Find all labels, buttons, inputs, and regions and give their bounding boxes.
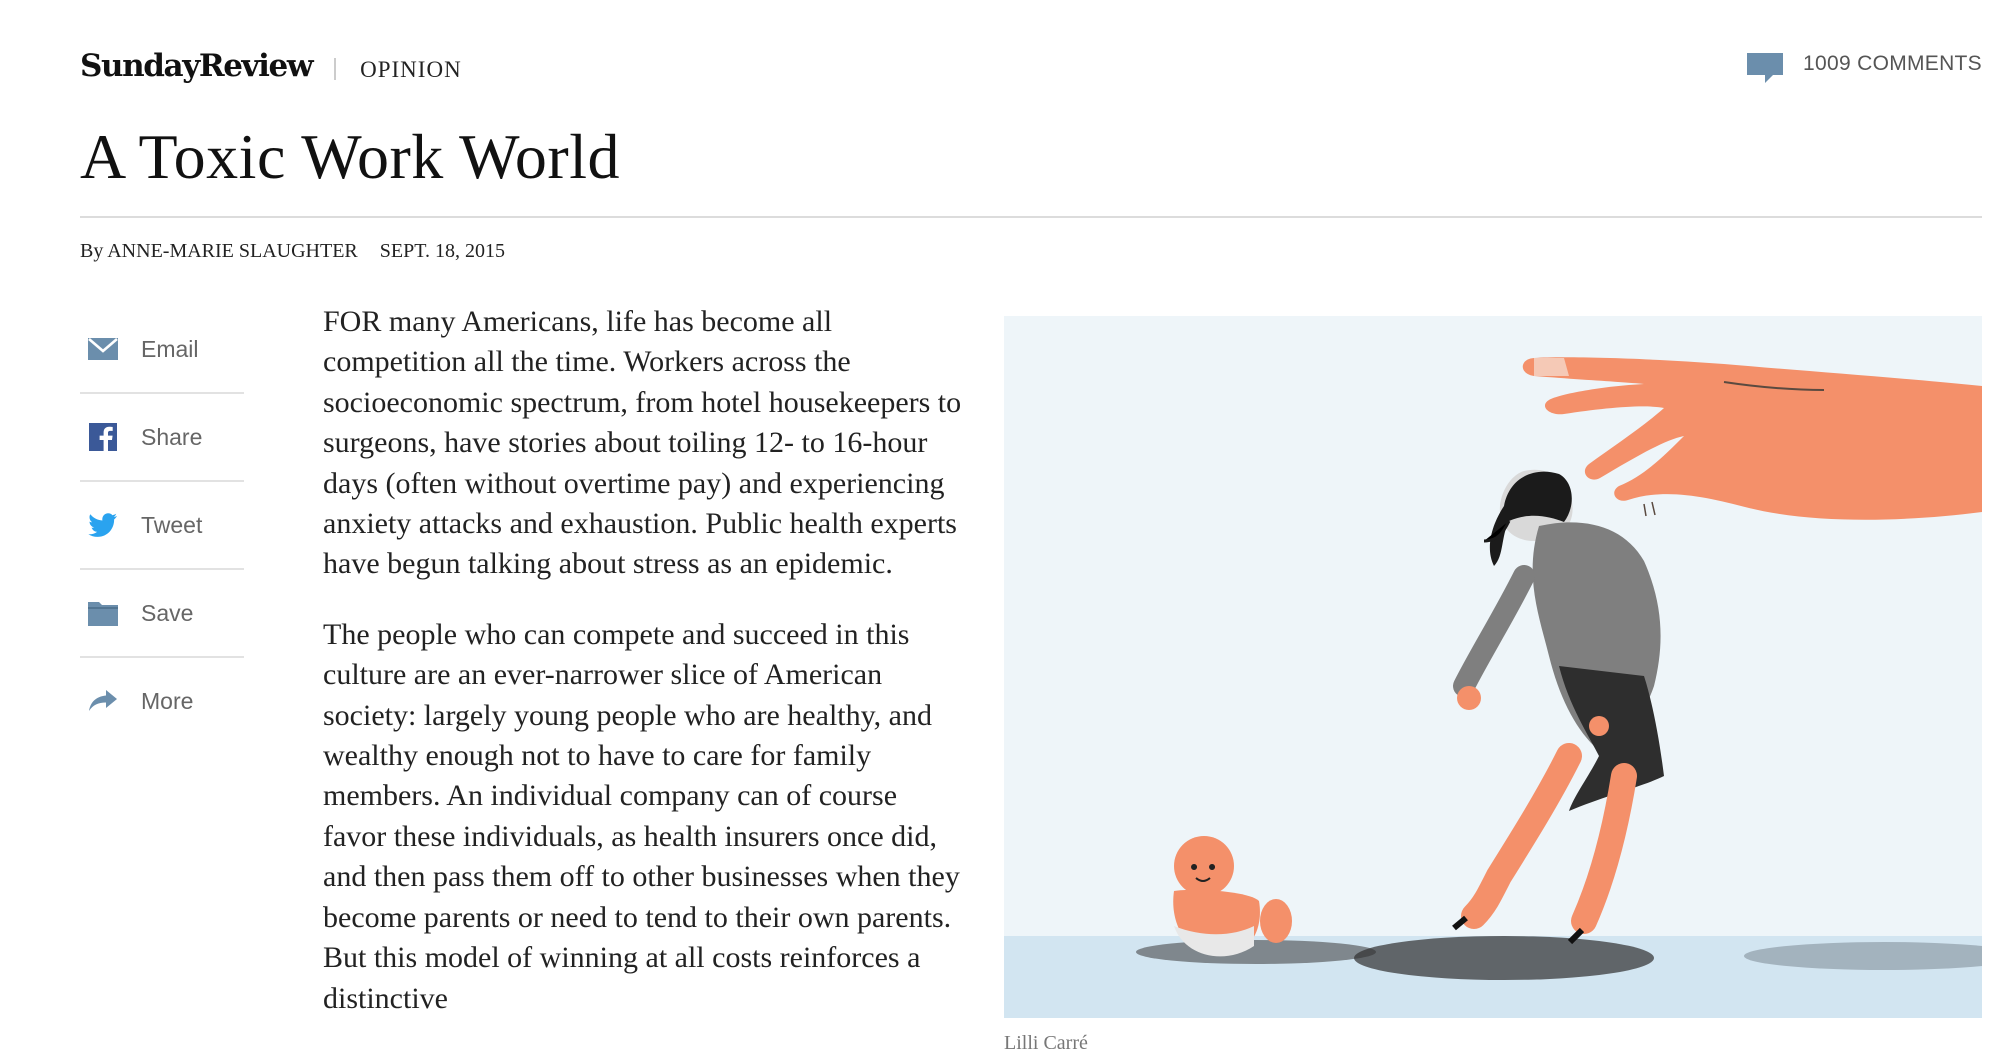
headline-rule (80, 216, 1982, 218)
email-icon (86, 334, 120, 364)
section-logo[interactable]: SundayReview (80, 48, 314, 84)
byline: By ANNE-MARIE SLAUGHTER SEPT. 18, 2015 (80, 240, 505, 263)
comments-count: 1009 COMMENTS (1803, 52, 1982, 75)
share-tools: Email Share Tweet Save More (80, 306, 244, 744)
article-body: FOR many Americans, life has become all … (323, 302, 963, 1049)
illustration-svg (1004, 316, 2006, 1018)
share-arrow-icon (86, 686, 120, 716)
kicker-label[interactable]: OPINION (360, 57, 462, 83)
facebook-icon (86, 422, 120, 452)
article-paragraph-1: FOR many Americans, life has become all … (323, 305, 962, 581)
more-share-button[interactable]: More (80, 658, 244, 744)
comments-link[interactable]: 1009 COMMENTS (1747, 52, 1982, 83)
share-facebook-button[interactable]: Share (80, 394, 244, 482)
save-button[interactable]: Save (80, 570, 244, 658)
share-twitter-label: Tweet (141, 511, 203, 538)
save-label: Save (141, 599, 194, 626)
byline-author: By ANNE-MARIE SLAUGHTER (80, 240, 358, 262)
folder-icon (86, 598, 120, 628)
share-facebook-label: Share (141, 423, 203, 450)
article-paragraph-2: The people who can compete and succeed i… (323, 617, 960, 1015)
article-illustration[interactable] (1004, 316, 2006, 1018)
share-twitter-button[interactable]: Tweet (80, 482, 244, 570)
masthead: SundayReview OPINION (80, 48, 462, 84)
comment-bubble-icon (1747, 53, 1784, 83)
share-email-button[interactable]: Email (80, 306, 244, 394)
more-share-label: More (141, 687, 194, 714)
article-headline: A Toxic Work World (80, 121, 620, 192)
masthead-divider (334, 58, 337, 80)
share-email-label: Email (141, 335, 199, 362)
twitter-icon (86, 510, 120, 540)
byline-date: SEPT. 18, 2015 (379, 240, 505, 262)
